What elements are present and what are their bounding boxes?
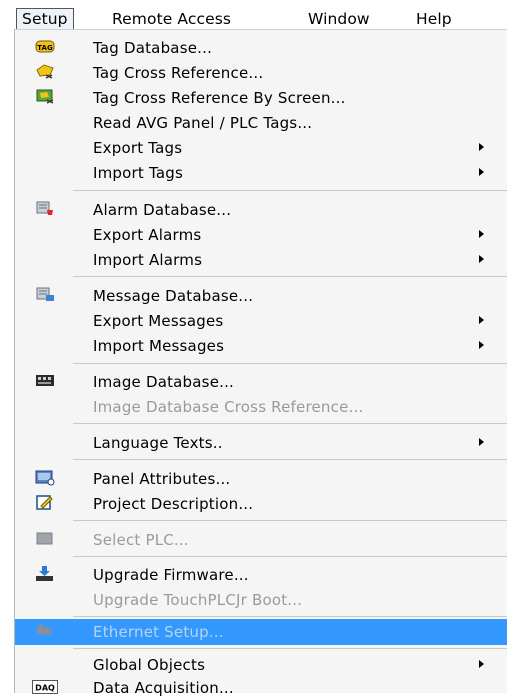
submenu-arrow-icon [479,438,484,446]
menu-item-image-database[interactable]: Image Database... [15,369,507,393]
menu-item-panel-attributes[interactable]: Panel Attributes... [15,466,507,490]
menu-item-label: Alarm Database... [93,201,232,219]
menu-item-read-avg-panel-plc-tags[interactable]: Read AVG Panel / PLC Tags... [15,110,507,134]
menu-item-label: Export Alarms [93,226,202,244]
message-database-icon [35,286,55,303]
menu-separator [73,520,507,521]
menu-help[interactable]: Help [416,9,452,29]
menu-item-label: Upgrade TouchPLCJr Boot... [93,591,303,609]
menu-item-tag-database[interactable]: TAG Tag Database... [15,35,507,59]
menu-item-ethernet-setup: Ethernet Setup... [15,619,507,645]
menu-item-label: Tag Cross Reference... [93,64,264,82]
menu-item-language-texts[interactable]: Language Texts.. [15,430,507,454]
menu-separator [73,423,507,424]
menu-item-label: Import Messages [93,337,225,355]
menu-item-export-messages[interactable]: Export Messages [15,308,507,332]
menu-item-import-tags[interactable]: Import Tags [15,160,507,184]
menu-item-label: Upgrade Firmware... [93,566,249,584]
menu-item-label: Export Tags [93,139,183,157]
menu-item-label: Select PLC... [93,531,189,549]
ethernet-icon [35,622,55,639]
submenu-arrow-icon [479,168,484,176]
setup-dropdown-menu: TAG Tag Database... Tag Cross Reference.… [14,29,507,697]
upgrade-firmware-icon [35,565,55,582]
submenu-arrow-icon [479,143,484,151]
menu-setup[interactable]: Setup [16,8,74,30]
svg-text:DAQ: DAQ [35,684,55,693]
menu-item-label: Project Description... [93,495,254,513]
project-description-icon [35,494,55,511]
menu-item-tag-cross-reference-by-screen[interactable]: Tag Cross Reference By Screen... [15,85,507,109]
panel-attributes-icon [35,469,55,486]
menu-item-label: Read AVG Panel / PLC Tags... [93,114,313,132]
menu-window[interactable]: Window [308,9,370,29]
menu-item-label: Message Database... [93,287,254,305]
menu-item-upgrade-firmware[interactable]: Upgrade Firmware... [15,562,507,586]
menu-item-alarm-database[interactable]: Alarm Database... [15,197,507,221]
menu-separator [73,616,507,617]
menu-item-label: Import Tags [93,164,183,182]
alarm-database-icon [35,200,55,217]
menu-item-import-alarms[interactable]: Import Alarms [15,247,507,271]
menu-item-data-acquisition[interactable]: DAQ Data Acquisition... [15,675,507,699]
menu-item-label: Language Texts.. [93,434,223,452]
svg-text:TAG: TAG [37,44,53,52]
menu-item-select-plc: Select PLC... [15,527,507,551]
menu-item-message-database[interactable]: Message Database... [15,283,507,307]
tag-cross-reference-screen-icon [35,88,55,105]
select-plc-icon [35,530,55,547]
menu-separator [73,556,507,557]
menu-item-global-objects[interactable]: Global Objects [15,652,507,676]
menu-item-label: Image Database Cross Reference... [93,398,364,416]
menu-item-label: Import Alarms [93,251,203,269]
menu-separator [73,459,507,460]
menu-item-label: Panel Attributes... [93,470,231,488]
menu-separator [73,276,507,277]
menu-item-label: Image Database... [93,373,235,391]
menu-separator [73,648,507,649]
menu-bar: Setup Remote Access Window Help [0,0,507,30]
submenu-arrow-icon [479,230,484,238]
menu-item-label: Ethernet Setup... [93,623,224,641]
submenu-arrow-icon [479,341,484,349]
menu-item-image-database-cross-reference: Image Database Cross Reference... [15,394,507,418]
menu-item-tag-cross-reference[interactable]: Tag Cross Reference... [15,60,507,84]
menu-item-label: Tag Database... [93,39,213,57]
menu-item-export-alarms[interactable]: Export Alarms [15,222,507,246]
menu-item-project-description[interactable]: Project Description... [15,491,507,515]
menu-remote-access[interactable]: Remote Access [112,9,231,29]
menu-separator [73,363,507,364]
tag-icon: TAG [35,38,55,55]
menu-separator [73,190,507,191]
menu-item-label: Global Objects [93,656,206,674]
menu-item-label: Data Acquisition... [93,679,234,697]
menu-item-upgrade-touchplcjr-boot: Upgrade TouchPLCJr Boot... [15,587,507,611]
menu-item-export-tags[interactable]: Export Tags [15,135,507,159]
menu-item-import-messages[interactable]: Import Messages [15,333,507,357]
menu-item-label: Export Messages [93,312,224,330]
submenu-arrow-icon [479,255,484,263]
tag-cross-reference-icon [35,63,55,80]
menu-item-label: Tag Cross Reference By Screen... [93,89,346,107]
image-database-icon [35,372,55,389]
submenu-arrow-icon [479,316,484,324]
submenu-arrow-icon [479,660,484,668]
data-acquisition-icon: DAQ [32,680,58,697]
